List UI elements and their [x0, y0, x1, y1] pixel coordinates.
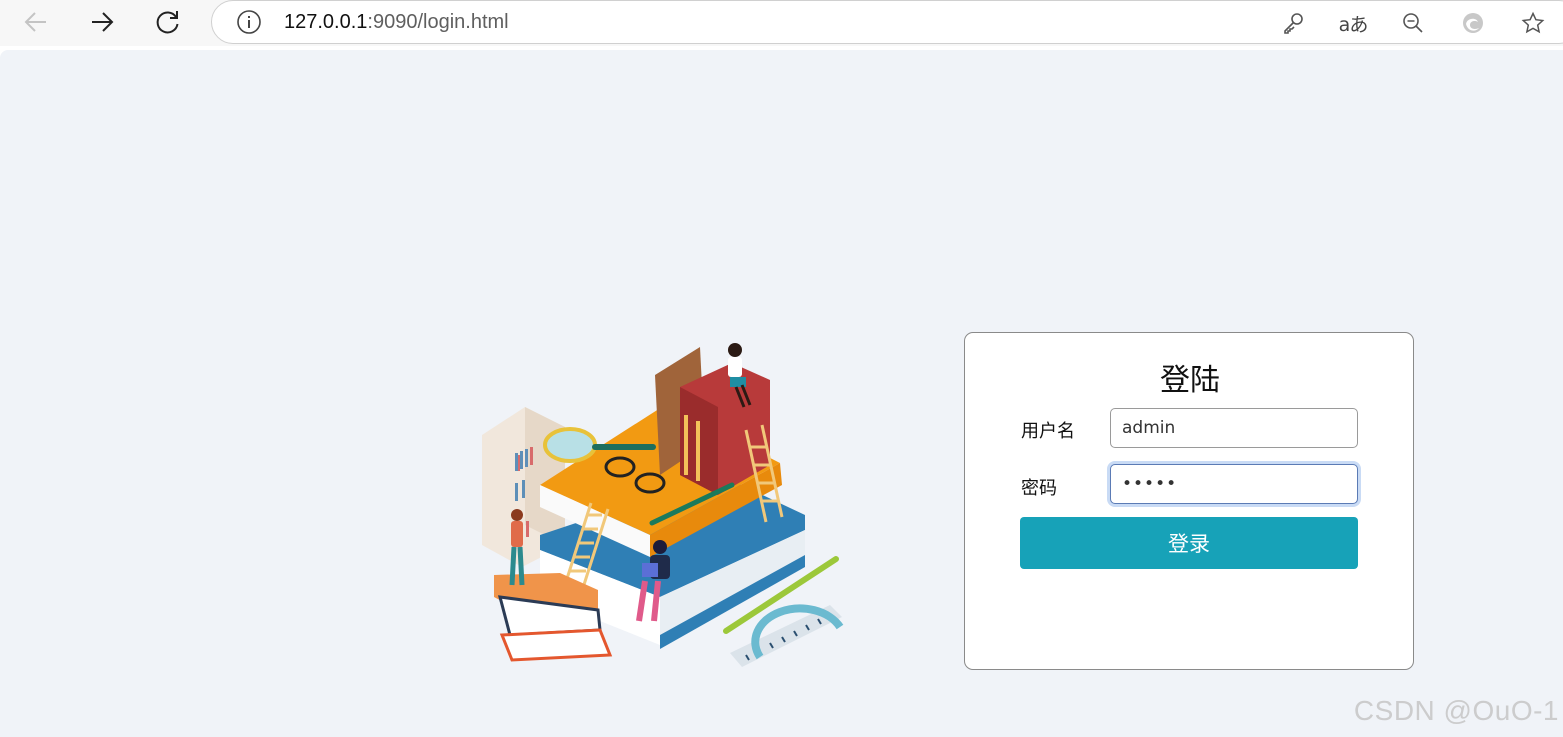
login-title: 登陆: [1160, 363, 1220, 398]
url-host: 127.0.0.1: [284, 11, 368, 33]
watermark: CSDN @OuO-1: [1353, 695, 1559, 726]
key-icon[interactable]: [1279, 8, 1309, 38]
forward-icon[interactable]: [83, 4, 121, 40]
url-path: :9090/login.html: [367, 11, 509, 33]
favorite-star-icon[interactable]: [1518, 8, 1548, 38]
login-button[interactable]: 登录: [1020, 517, 1358, 569]
login-card: 登陆 用户名 密码 登录: [964, 332, 1414, 670]
books-illustration: [470, 335, 860, 675]
refresh-icon[interactable]: [149, 4, 187, 40]
read-aloud-icon[interactable]: aあ: [1338, 8, 1369, 38]
zoom-out-icon[interactable]: [1398, 8, 1428, 38]
password-label: 密码: [1021, 478, 1057, 499]
browser-toolbar: 127.0.0.1:9090/login.html aあ: [0, 0, 1563, 46]
username-input[interactable]: [1110, 408, 1358, 448]
password-input[interactable]: [1110, 464, 1358, 504]
url-text[interactable]: 127.0.0.1:9090/login.html: [284, 9, 509, 35]
username-label: 用户名: [1021, 421, 1075, 442]
translate-label: aあ: [1338, 13, 1369, 36]
edge-icon[interactable]: [1458, 8, 1488, 38]
info-icon[interactable]: [236, 9, 262, 35]
back-icon[interactable]: [17, 4, 55, 40]
